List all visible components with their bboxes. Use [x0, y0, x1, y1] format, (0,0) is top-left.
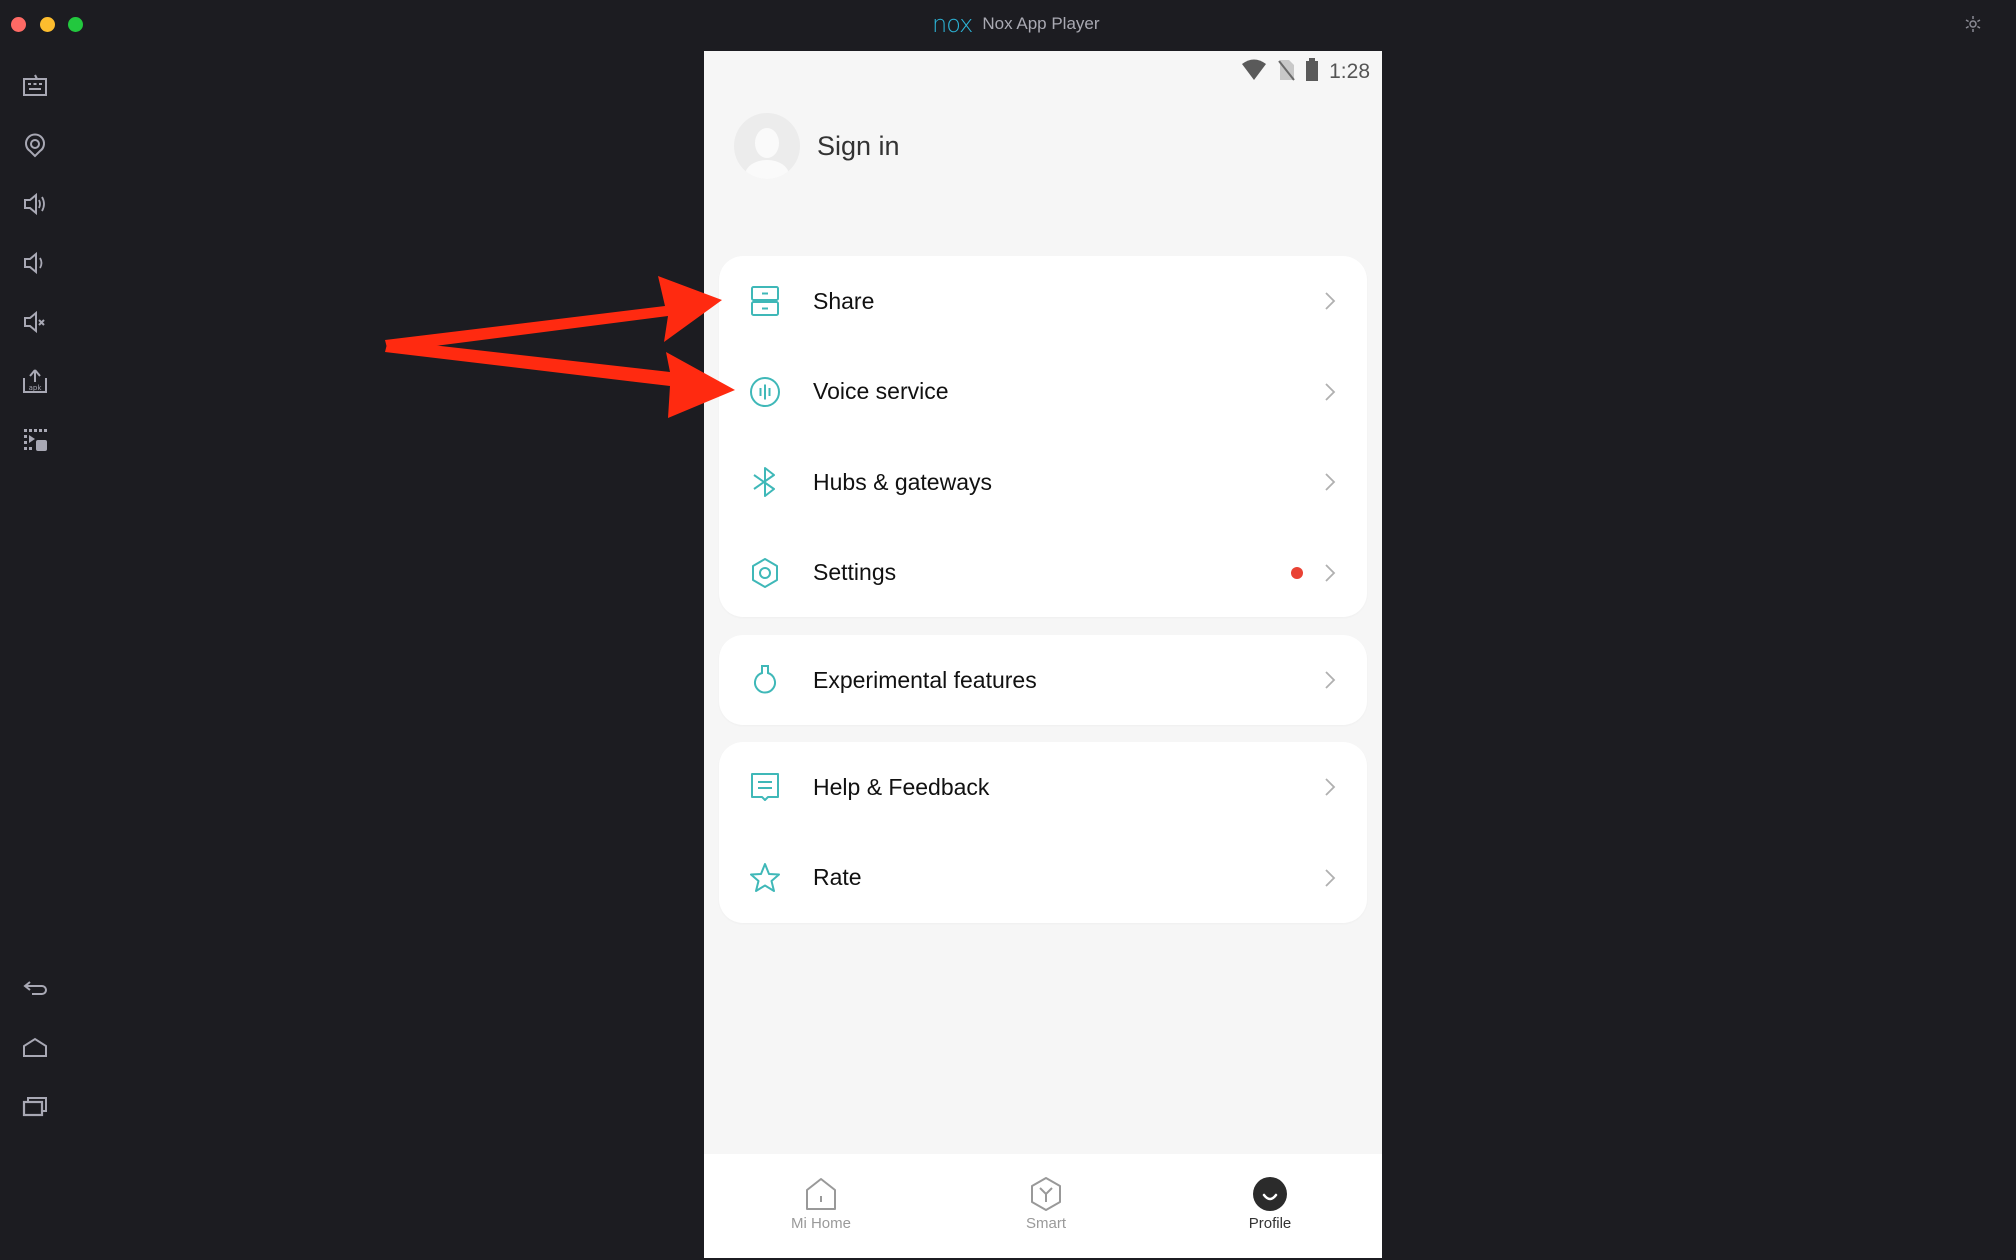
- home-icon[interactable]: [20, 1032, 50, 1062]
- smart-hex-icon: [1029, 1176, 1063, 1212]
- chevron-right-icon: [1323, 868, 1337, 888]
- chevron-right-icon: [1323, 777, 1337, 797]
- nav-tab-mi-home[interactable]: Mi Home: [741, 1176, 901, 1232]
- menu-card-experimental: Experimental features: [719, 635, 1367, 725]
- chevron-right-icon: [1323, 670, 1337, 690]
- window-titlebar: nox Nox App Player: [0, 0, 2016, 50]
- share-icon: [749, 285, 781, 317]
- notification-badge: [1291, 566, 1303, 579]
- voice-icon: [749, 376, 781, 408]
- annotation-arrow-share: [385, 276, 722, 352]
- no-sim-icon: [1277, 59, 1295, 86]
- gear-icon[interactable]: [1963, 14, 1983, 34]
- menu-item-label: Experimental features: [813, 666, 1037, 693]
- menu-item-share[interactable]: Share: [719, 256, 1367, 347]
- recent-apps-icon[interactable]: [20, 1091, 50, 1121]
- window-close-button[interactable]: [11, 17, 26, 32]
- chevron-right-icon: [1323, 291, 1337, 311]
- nav-label: Mi Home: [790, 1215, 851, 1232]
- battery-icon: [1305, 57, 1319, 87]
- nox-logo: nox: [932, 10, 973, 38]
- profile-face-icon: [1253, 1176, 1287, 1212]
- window-maximize-button[interactable]: [68, 17, 83, 32]
- emulator-toolbar: apk: [0, 60, 70, 1260]
- phone-screen: 1:28 Sign in Share Voice service Hubs & …: [704, 51, 1382, 1258]
- location-icon[interactable]: [20, 130, 50, 160]
- menu-item-label: Share: [813, 287, 875, 314]
- wifi-icon: [1241, 59, 1267, 86]
- menu-item-experimental-features[interactable]: Experimental features: [719, 635, 1367, 725]
- nav-label: Smart: [1025, 1215, 1066, 1232]
- menu-item-help-feedback[interactable]: Help & Feedback: [719, 742, 1367, 833]
- chevron-right-icon: [1323, 382, 1337, 402]
- house-icon: [804, 1176, 838, 1212]
- bottom-navigation: Mi Home Smart Profile: [704, 1154, 1382, 1258]
- flask-icon: [749, 664, 781, 696]
- menu-item-label: Help & Feedback: [813, 773, 990, 800]
- bluetooth-icon: [749, 466, 781, 498]
- menu-item-voice-service[interactable]: Voice service: [719, 347, 1367, 438]
- menu-item-rate[interactable]: Rate: [719, 833, 1367, 924]
- app-title: nox Nox App Player: [932, 12, 1100, 36]
- menu-item-hubs-gateways[interactable]: Hubs & gateways: [719, 437, 1367, 528]
- star-icon: [749, 862, 781, 894]
- sign-in-header[interactable]: Sign in: [734, 113, 900, 179]
- window-title: Nox App Player: [982, 14, 1100, 33]
- menu-card-main: Share Voice service Hubs & gateways Sett…: [719, 256, 1367, 617]
- window-minimize-button[interactable]: [40, 17, 55, 32]
- sign-in-label[interactable]: Sign in: [817, 131, 900, 162]
- menu-item-label: Hubs & gateways: [813, 468, 992, 495]
- back-icon[interactable]: [20, 973, 50, 1003]
- menu-card-support: Help & Feedback Rate: [719, 742, 1367, 923]
- nav-tab-profile[interactable]: Profile: [1190, 1176, 1350, 1232]
- status-time: 1:28: [1329, 60, 1370, 83]
- menu-item-label: Voice service: [813, 378, 949, 405]
- chevron-right-icon: [1323, 563, 1337, 583]
- status-bar: 1:28: [1241, 57, 1370, 87]
- volume-down-icon[interactable]: [20, 248, 50, 278]
- keyboard-mapping-icon[interactable]: [20, 71, 50, 101]
- annotation-arrow-voice: [385, 340, 735, 418]
- avatar[interactable]: [734, 113, 800, 179]
- chevron-right-icon: [1323, 472, 1337, 492]
- menu-item-label: Rate: [813, 864, 862, 891]
- volume-up-icon[interactable]: [20, 189, 50, 219]
- menu-item-settings[interactable]: Settings: [719, 528, 1367, 619]
- nav-label: Profile: [1248, 1215, 1292, 1232]
- feedback-icon: [749, 771, 781, 803]
- menu-item-label: Settings: [813, 559, 897, 586]
- nav-tab-smart[interactable]: Smart: [966, 1176, 1126, 1232]
- mute-icon[interactable]: [20, 307, 50, 337]
- svg-text:apk: apk: [29, 384, 43, 392]
- settings-hex-icon: [749, 557, 781, 589]
- apk-install-icon[interactable]: apk: [20, 366, 50, 396]
- multi-instance-icon[interactable]: [20, 425, 50, 455]
